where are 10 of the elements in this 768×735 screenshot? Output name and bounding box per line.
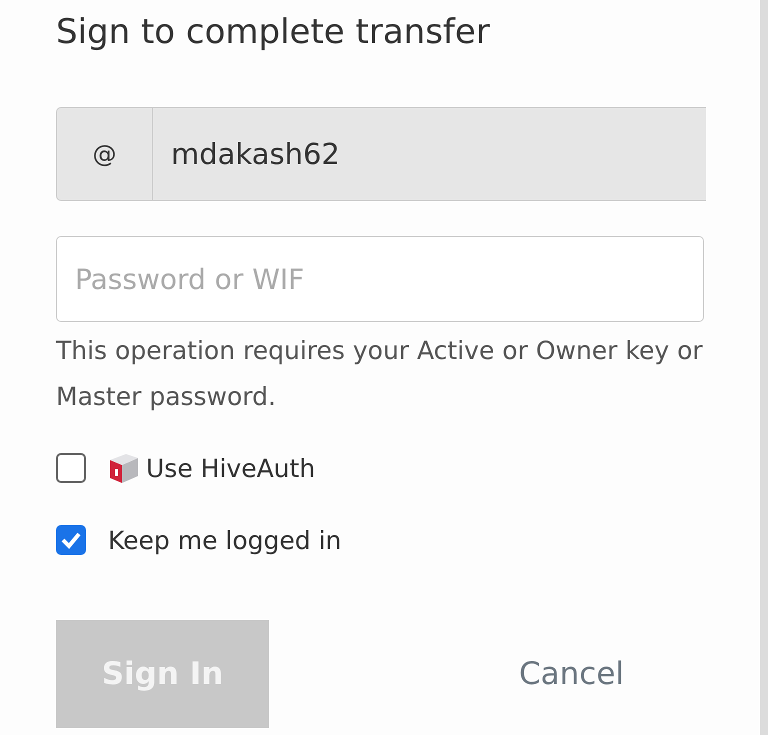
checkbox-label: Keep me logged in xyxy=(108,526,342,554)
at-prefix: @ xyxy=(57,108,153,200)
checkbox[interactable] xyxy=(56,525,86,555)
checkbox-label: Use HiveAuth xyxy=(146,454,316,482)
dialog-title: Sign to complete transfer xyxy=(56,11,491,54)
help-text: This operation requires your Active or Owner key or Master password. xyxy=(56,335,704,413)
username-value: mdakash62 xyxy=(170,136,341,173)
checkbox[interactable] xyxy=(56,453,86,483)
password-field[interactable]: Password or WIF xyxy=(56,236,704,322)
cancel-button[interactable]: Cancel xyxy=(519,656,624,692)
